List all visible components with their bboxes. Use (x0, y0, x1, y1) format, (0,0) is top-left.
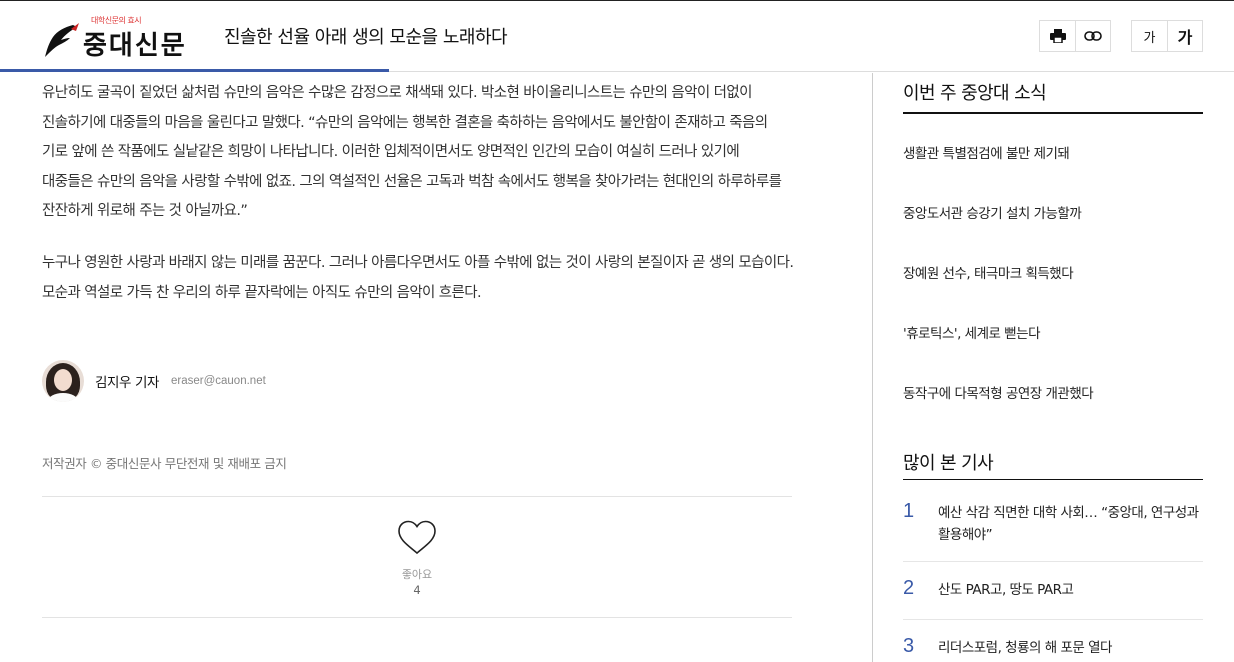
article-paragraph: 누구나 영원한 사랑과 바래지 않는 미래를 꿈꾼다. 그러나 아름다우면서도 … (42, 255, 794, 301)
font-increase-button[interactable]: 가 (1167, 21, 1202, 51)
weekly-news-item[interactable]: 생활관 특별점검에 불만 제기돼 (903, 142, 1070, 162)
popular-article-item[interactable]: 2 산도 PAR고, 땅도 PAR고 (903, 577, 1203, 620)
font-decrease-label: 가 (1143, 30, 1156, 46)
weekly-news-item[interactable]: 중앙도서관 승강기 설치 가능할까 (903, 202, 1082, 222)
header-article-title: 진솔한 선율 아래 생의 모순을 노래하다 (224, 27, 508, 48)
font-size-toolbar: 가 가 (1131, 20, 1203, 52)
print-button[interactable] (1040, 21, 1075, 51)
author-email[interactable]: eraser@cauon.net (171, 375, 266, 387)
author-name[interactable]: 김지우 기자 (95, 371, 159, 391)
popular-rank: 1 (903, 500, 915, 522)
popular-article-item[interactable]: 3 리더스포럼, 청룡의 해 포문 열다 (903, 635, 1203, 662)
author-avatar (42, 360, 84, 402)
popular-article-item[interactable]: 1 예산 삭감 직면한 대학 사회… “중앙대, 연구성과 활용해야” (903, 500, 1203, 562)
popular-rank: 2 (903, 577, 915, 599)
font-increase-label: 가 (1177, 28, 1193, 47)
weekly-news-rule (903, 112, 1203, 114)
weekly-news-item[interactable]: 장예원 선수, 태극마크 획득했다 (903, 262, 1074, 282)
popular-article-title[interactable]: 예산 삭감 직면한 대학 사회… “중앙대, 연구성과 활용해야” (938, 502, 1203, 546)
like-section: 좋아요 4 (42, 496, 792, 618)
popular-articles-rule (903, 479, 1203, 480)
share-toolbar (1039, 20, 1111, 52)
popular-articles-title: 많이 본 기사 (903, 453, 994, 474)
popular-article-title[interactable]: 산도 PAR고, 땅도 PAR고 (938, 579, 1203, 601)
heart-icon[interactable] (397, 519, 437, 557)
column-divider (872, 73, 873, 662)
site-logo[interactable]: 대학신문의 효시 중대신문 (43, 15, 208, 61)
print-icon (1049, 29, 1066, 43)
weekly-news-item[interactable]: 동작구에 다목적형 공연장 개관했다 (903, 382, 1094, 402)
article-paragraph: 유난히도 굴곡이 짙었던 삶처럼 슈만의 음악은 수많은 감정으로 채색돼 있다… (42, 85, 782, 219)
weekly-news-item[interactable]: '휴로틱스', 세계로 뻗는다 (903, 322, 1041, 342)
like-count: 4 (413, 583, 421, 597)
popular-rank: 3 (903, 635, 915, 657)
popular-article-title[interactable]: 리더스포럼, 청룡의 해 포문 열다 (938, 637, 1203, 659)
author-byline: 김지우 기자 eraser@cauon.net (42, 360, 266, 402)
copy-link-button[interactable] (1075, 21, 1110, 51)
font-decrease-button[interactable]: 가 (1132, 21, 1167, 51)
logo-brush-icon (45, 23, 79, 57)
logo-wordmark: 중대신문 (83, 31, 187, 61)
copyright-notice: 저작권자 © 중대신문사 무단전재 및 재배포 금지 (42, 456, 287, 471)
reading-progress-bar (0, 69, 389, 72)
link-icon (1084, 31, 1102, 41)
weekly-news-title: 이번 주 중앙대 소식 (903, 83, 1047, 104)
like-label: 좋아요 (401, 568, 433, 581)
site-header: 대학신문의 효시 중대신문 진솔한 선율 아래 생의 모순을 노래하다 가 가 (0, 1, 1234, 72)
